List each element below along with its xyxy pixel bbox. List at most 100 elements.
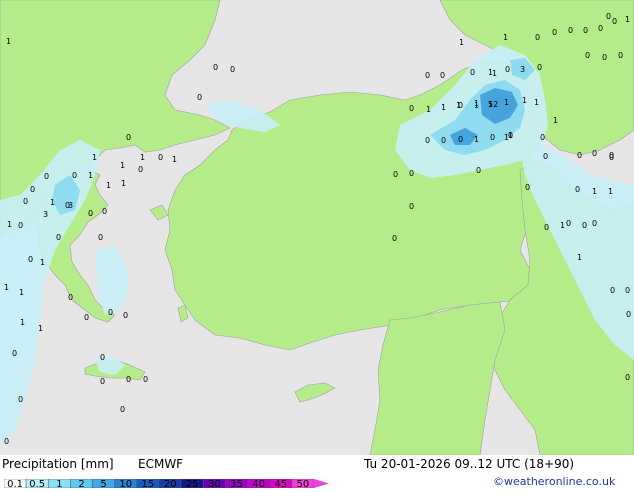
precip-value: 0 (585, 51, 590, 60)
precip-value: 0 (197, 93, 202, 102)
precip-value: 0 (102, 207, 107, 216)
precip-value: 1 (560, 221, 565, 230)
precip-value: 0 (88, 209, 93, 218)
precip-value: 1 (20, 318, 25, 327)
precip-value: 0 (592, 219, 597, 228)
precip-value: 0 (409, 169, 414, 178)
credit-link[interactable]: ©weatheronline.co.uk (493, 475, 615, 488)
precip-value: 0 (552, 28, 557, 37)
precip-value: 1 (92, 153, 97, 162)
precip-value: 1 (38, 324, 43, 333)
precip-value: 1 (459, 38, 464, 47)
precip-value: 0 (537, 63, 542, 72)
precip-value: 0 (575, 185, 580, 194)
precip-value: 0 (425, 136, 430, 145)
precip-value: 1 (106, 181, 111, 190)
precip-value: 0 (535, 33, 540, 42)
precip-value: 0 (126, 133, 131, 142)
legend-tick-label: 50 (296, 479, 310, 490)
precip-value: 0 (609, 153, 614, 162)
precip-value: 1 (608, 187, 613, 196)
legend-tick-label: 40 (252, 479, 265, 490)
precip-value: 1 (441, 103, 446, 112)
precip-value: 1 (592, 187, 597, 196)
precip-value: 0 (592, 149, 597, 158)
precip-value: 0 (458, 135, 463, 144)
precip-value: 1 (522, 96, 527, 105)
precip-value: 3 (43, 210, 48, 219)
precip-value: 0 (213, 63, 218, 72)
precip-value: 0 (126, 375, 131, 384)
legend-tick-label: 15 (141, 479, 155, 490)
precip-value: 0 (72, 171, 77, 180)
precip-value: 1 (474, 99, 479, 108)
precip-value: 1 (121, 179, 126, 188)
precip-value: 1 (4, 283, 9, 292)
legend-tick-label: 2 (78, 479, 85, 490)
legend-tick-label: 0.5 (29, 479, 46, 490)
precip-value: 0 (525, 183, 530, 192)
precip-value: 1 (50, 198, 55, 207)
precip-value: 0 (606, 12, 611, 21)
precip-value: 0 (505, 65, 510, 74)
legend-tick-label: 45 (274, 479, 288, 490)
precip-value: 1 (492, 69, 497, 78)
precip-value: 12 (488, 100, 498, 109)
precip-value: 0 (4, 437, 9, 446)
model-name: ECMWF (138, 457, 184, 471)
precip-value: 0 (583, 26, 588, 35)
precip-value: 1 (503, 33, 508, 42)
precip-value: 1 (625, 15, 630, 24)
precip-value: 1 (19, 288, 24, 297)
precip-value: 0 (441, 136, 446, 145)
precipitation-map: 1 0 0 0 0 0 0 1 1 0 3 0 0 0 1 0 1 1 0 0 … (0, 0, 634, 455)
precip-value: 0 (28, 255, 33, 264)
forecast-datetime: Tu 20-01-2026 09..12 UTC (18+90) (364, 457, 575, 471)
precip-value: 1 (40, 258, 45, 267)
precip-value: 0 (625, 286, 630, 295)
precip-value: 0 (98, 233, 103, 242)
precip-value: 0 (56, 233, 61, 242)
precip-value: 1 (120, 161, 125, 170)
precip-value: 0 (84, 313, 89, 322)
precip-value: 0 (409, 104, 414, 113)
precip-value: 1 (504, 98, 509, 107)
precip-value: 0 (626, 310, 631, 319)
precip-value: 0 (158, 153, 163, 162)
precip-value: 0 (540, 133, 545, 142)
precip-value: 0 (18, 221, 23, 230)
precip-value: 1 (88, 171, 93, 180)
precip-value: 1 (474, 135, 479, 144)
legend-tick-label: 20 (163, 479, 177, 490)
precip-value: 0 (230, 65, 235, 74)
precip-value: 0 (612, 17, 617, 26)
legend-tick-label: 0.1 (7, 479, 24, 490)
precip-value: 0 (108, 308, 113, 317)
precip-value: 1 (456, 101, 461, 110)
footer: Precipitation [mm] ECMWF Tu 20-01-2026 0… (0, 455, 634, 490)
precip-value: 0 (602, 53, 607, 62)
precip-value: 0 (598, 24, 603, 33)
precip-value: 1 (426, 105, 431, 114)
precip-value: 0 (568, 26, 573, 35)
precip-value: 0 (18, 395, 23, 404)
legend-tick-label: 30 (208, 479, 221, 490)
precip-value: 0 (625, 373, 630, 382)
precip-value: 0 (23, 197, 28, 206)
precip-value: 0 (490, 133, 495, 142)
precip-value: 0 (425, 71, 430, 80)
precip-value: 0 (582, 221, 587, 230)
precip-value: 3 (520, 65, 525, 74)
precip-value: 0 (44, 172, 49, 181)
precip-value: 0 (100, 377, 105, 386)
precip-value: 0 (100, 353, 105, 362)
precip-value: 0 (392, 234, 397, 243)
precip-value: 1 (172, 155, 177, 164)
precip-value: 0 (409, 202, 414, 211)
precip-value: 0 (12, 349, 17, 358)
precip-value: 0 (610, 286, 615, 295)
precip-value: 0 (476, 166, 481, 175)
precip-value: 0 (138, 165, 143, 174)
precip-value: 1 (534, 98, 539, 107)
map-title: Precipitation [mm] (2, 457, 114, 471)
